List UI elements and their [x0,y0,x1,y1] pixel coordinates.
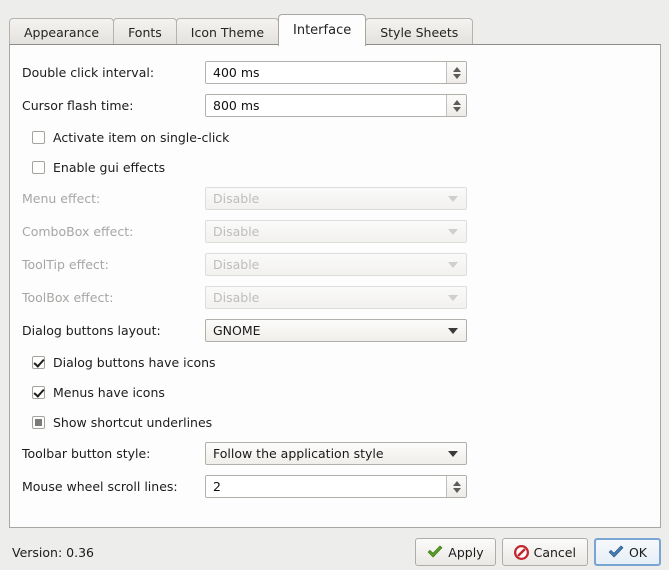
menus-have-icons-label: Menus have icons [53,384,165,400]
menu-effect-dropdown: Disable [205,187,467,210]
cursor-flash-time-spinner[interactable]: 800 ms [205,94,467,117]
apply-button[interactable]: Apply [415,538,496,566]
dialog-buttons-have-icons-label: Dialog buttons have icons [53,354,216,370]
arrow-up-icon[interactable] [452,480,461,486]
tab-icon-theme[interactable]: Icon Theme [175,18,280,45]
cursor-flash-time-label: Cursor flash time: [22,98,134,113]
double-click-interval-label: Double click interval: [22,65,155,80]
row-menus-have-icons[interactable]: Menus have icons [10,377,660,407]
double-click-interval-stepper[interactable] [446,62,466,83]
dialog-buttons-layout-label: Dialog buttons layout: [22,323,161,338]
cursor-flash-time-value[interactable]: 800 ms [206,95,446,116]
arrow-down-icon[interactable] [452,106,461,112]
row-dialog-buttons-have-icons[interactable]: Dialog buttons have icons [10,347,660,377]
double-click-interval-spinner[interactable]: 400 ms [205,61,467,84]
toolbar-button-style-value: Follow the application style [213,446,384,461]
row-enable-gui-effects[interactable]: Enable gui effects [10,152,660,182]
row-activate-item-single-click[interactable]: Activate item on single-click [10,122,660,152]
row-show-shortcut-underlines[interactable]: Show shortcut underlines [10,407,660,437]
activate-item-single-click-label: Activate item on single-click [53,129,230,145]
chevron-down-icon [448,261,458,268]
apply-button-label: Apply [448,544,484,560]
row-toolbox-effect: ToolBox effect: Disable [10,281,660,314]
chevron-down-icon [448,228,458,235]
chevron-down-icon [448,450,458,457]
menu-effect-value: Disable [213,191,260,206]
double-click-interval-value[interactable]: 400 ms [206,62,446,83]
mouse-wheel-scroll-lines-label: Mouse wheel scroll lines: [22,479,178,494]
cursor-flash-time-stepper[interactable] [446,95,466,116]
row-combobox-effect: ComboBox effect: Disable [10,215,660,248]
interface-settings-panel: Double click interval: 400 ms Cursor fla… [9,44,661,528]
arrow-down-icon[interactable] [452,487,461,493]
dialog-buttons-have-icons-checkbox[interactable] [32,355,45,369]
mouse-wheel-scroll-lines-value[interactable]: 2 [206,476,446,497]
tab-fonts[interactable]: Fonts [113,18,177,45]
tooltip-effect-label: ToolTip effect: [22,257,109,272]
dialog-buttons-layout-value: GNOME [213,323,261,338]
menu-effect-label: Menu effect: [22,191,101,206]
row-mouse-wheel-scroll-lines: Mouse wheel scroll lines: 2 [10,470,660,503]
tooltip-effect-value: Disable [213,257,260,272]
check-mark-icon [428,545,443,558]
row-menu-effect: Menu effect: Disable [10,182,660,215]
combobox-effect-value: Disable [213,224,260,239]
tab-bar: Appearance Fonts Icon Theme Interface St… [0,14,474,46]
tab-appearance[interactable]: Appearance [9,18,115,45]
version-label: Version: 0.36 [12,544,94,560]
row-toolbar-button-style: Toolbar button style: Follow the applica… [10,437,660,470]
toolbox-effect-dropdown: Disable [205,286,467,309]
activate-item-single-click-checkbox[interactable] [32,130,45,144]
prohibition-icon [513,544,529,560]
tooltip-effect-dropdown: Disable [205,253,467,276]
toolbox-effect-value: Disable [213,290,260,305]
combobox-effect-dropdown: Disable [205,220,467,243]
show-shortcut-underlines-checkbox[interactable] [32,415,45,429]
chevron-down-icon [448,294,458,301]
enable-gui-effects-checkbox[interactable] [32,160,45,174]
row-tooltip-effect: ToolTip effect: Disable [10,248,660,281]
mouse-wheel-scroll-lines-spinner[interactable]: 2 [205,475,467,498]
check-mark-icon [608,545,624,558]
toolbar-button-style-dropdown[interactable]: Follow the application style [205,442,467,465]
show-shortcut-underlines-label: Show shortcut underlines [53,414,213,430]
menus-have-icons-checkbox[interactable] [32,385,45,399]
ok-button[interactable]: OK [593,538,661,566]
arrow-up-icon[interactable] [452,66,461,72]
tab-interface[interactable]: Interface [278,14,367,46]
cancel-button-label: Cancel [533,544,576,560]
dialog-action-buttons: Apply Cancel OK [415,538,661,566]
dialog-buttons-layout-dropdown[interactable]: GNOME [205,319,467,342]
mouse-wheel-scroll-lines-stepper[interactable] [446,476,466,497]
cancel-button[interactable]: Cancel [501,538,588,566]
toolbar-button-style-label: Toolbar button style: [22,446,151,461]
settings-form: Double click interval: 400 ms Cursor fla… [10,45,660,503]
row-cursor-flash-time: Cursor flash time: 800 ms [10,89,660,122]
row-double-click-interval: Double click interval: 400 ms [10,56,660,89]
arrow-up-icon[interactable] [452,99,461,105]
combobox-effect-label: ComboBox effect: [22,224,134,239]
row-dialog-buttons-layout: Dialog buttons layout: GNOME [10,314,660,347]
dialog-footer: Version: 0.36 Apply Cancel OK [0,534,669,570]
chevron-down-icon [448,195,458,202]
arrow-down-icon[interactable] [452,73,461,79]
tab-style-sheets[interactable]: Style Sheets [365,18,474,45]
chevron-down-icon [448,327,458,334]
toolbox-effect-label: ToolBox effect: [22,290,114,305]
enable-gui-effects-label: Enable gui effects [53,159,166,175]
ok-button-label: OK [628,544,647,560]
